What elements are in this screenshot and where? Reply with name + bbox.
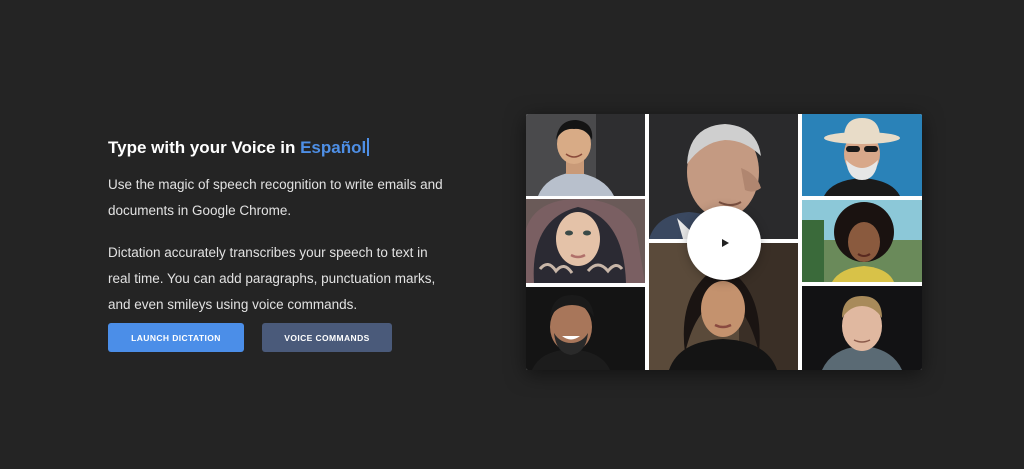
play-video-button[interactable]: [687, 206, 761, 280]
portrait-blond-man: [802, 286, 922, 370]
cta-buttons: LAUNCH DICTATION VOICE COMMANDS: [108, 323, 392, 352]
portrait-woman-curly-hair: [802, 200, 922, 282]
typing-caret: [367, 138, 369, 156]
launch-dictation-button[interactable]: LAUNCH DICTATION: [108, 323, 244, 352]
portrait-cowboy-hat-man: [802, 114, 922, 196]
headline-prefix: Type with your Voice in: [108, 138, 296, 157]
hero-description-2: Dictation accurately transcribes your sp…: [108, 245, 436, 312]
play-icon: [721, 239, 729, 247]
headline-language: Español: [300, 138, 367, 157]
hero-headline: Type with your Voice in Español: [108, 134, 448, 162]
portrait-smiling-man: [526, 287, 645, 370]
voice-commands-button[interactable]: VOICE COMMANDS: [262, 323, 392, 352]
hero-description-1: Use the magic of speech recognition to w…: [108, 177, 443, 218]
portrait-woman-headscarf: [526, 199, 645, 283]
portrait-young-man: [526, 114, 645, 196]
hero-text: Type with your Voice in Español Use the …: [108, 134, 448, 318]
